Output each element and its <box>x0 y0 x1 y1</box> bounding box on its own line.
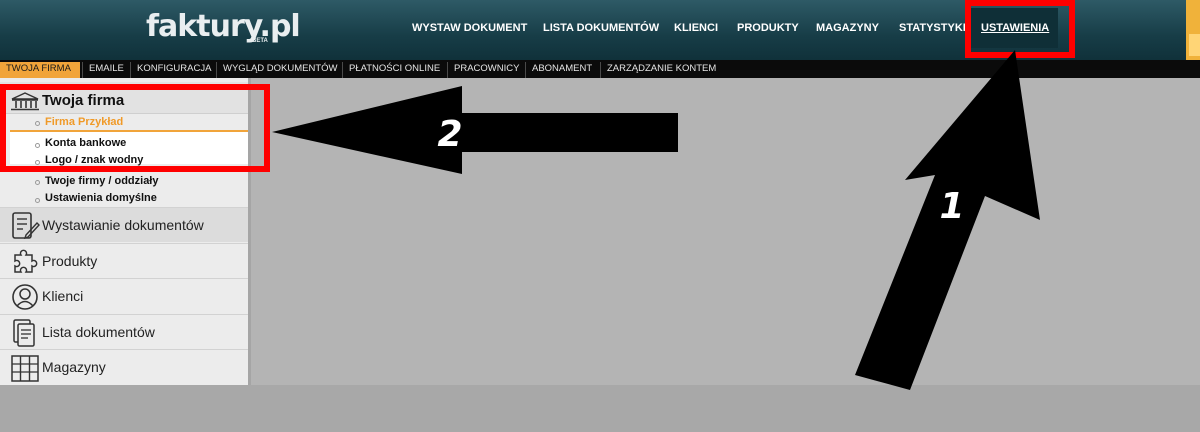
arrow-1-label: 1 <box>939 186 964 227</box>
annotation-arrows: 2 1 <box>272 50 1040 390</box>
arrow-2 <box>272 86 678 174</box>
arrow-2-label: 2 <box>437 114 462 155</box>
